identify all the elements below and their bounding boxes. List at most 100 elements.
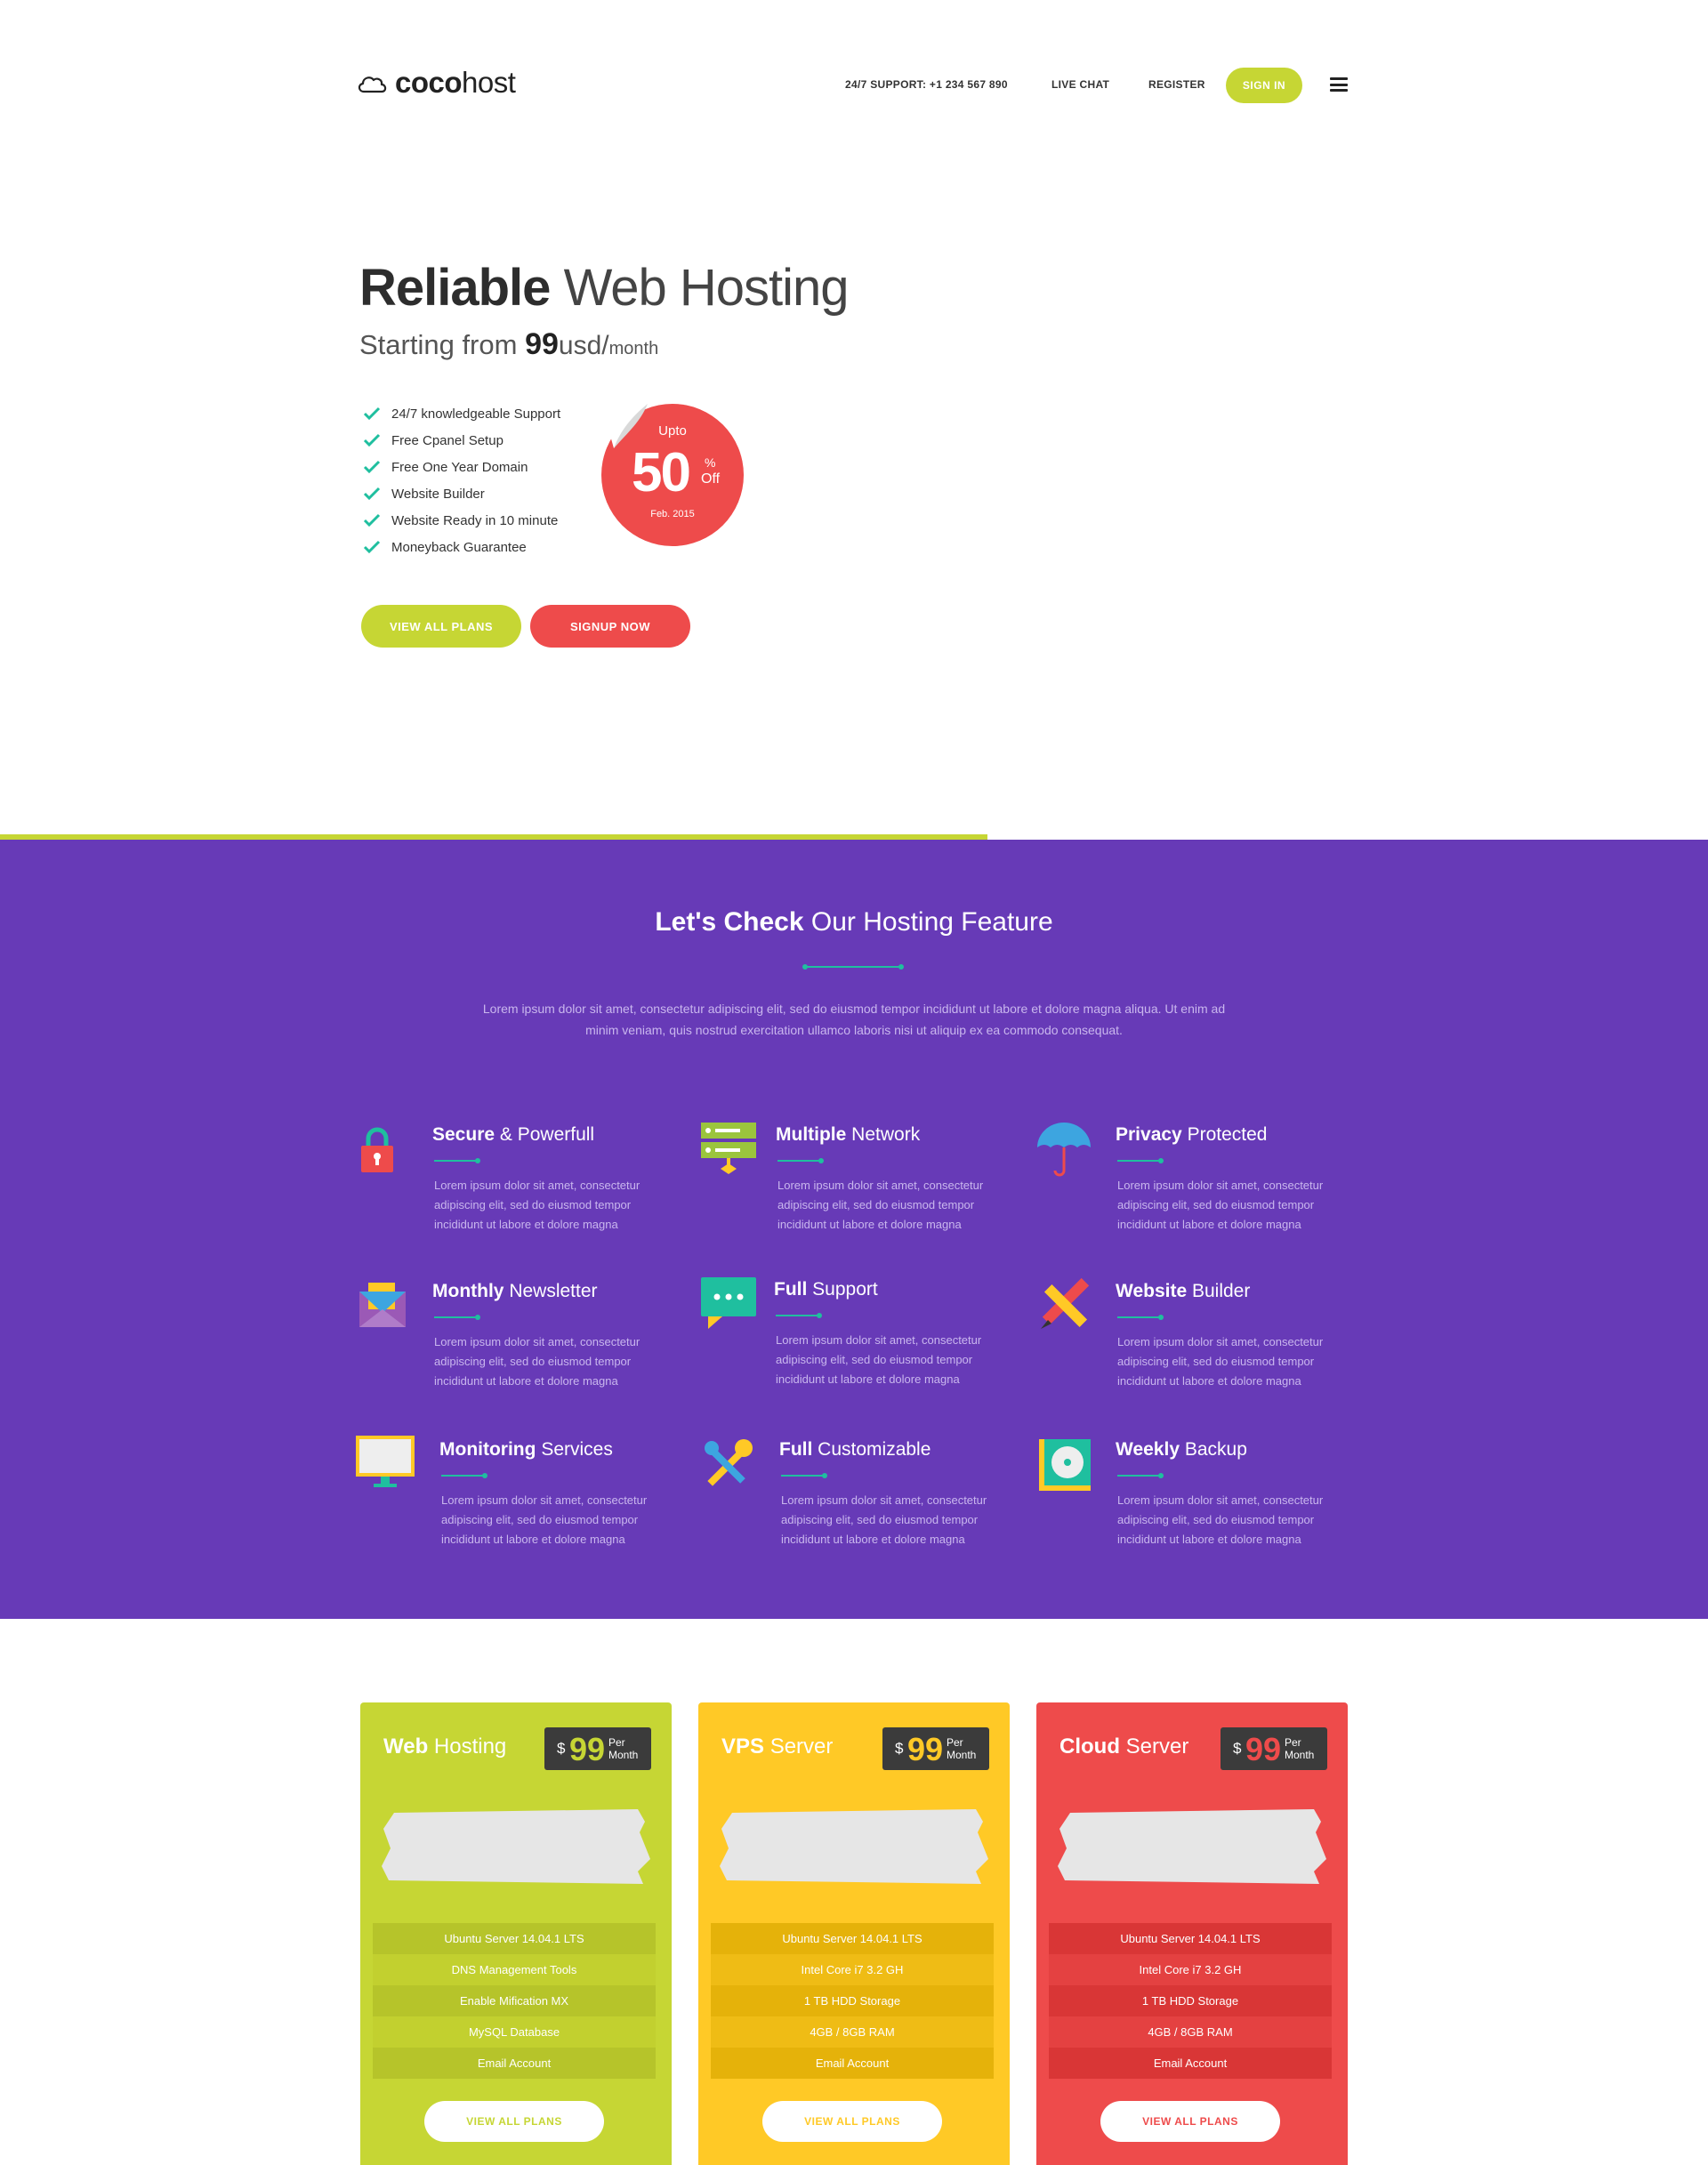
feature-title-bold: Secure (432, 1124, 495, 1145)
hero-title-bold: Reliable (359, 259, 551, 317)
view-all-plans-button[interactable]: VIEW ALL PLANS (1100, 2101, 1280, 2142)
feature-description: Lorem ipsum dolor sit amet, consectetur … (1117, 1493, 1324, 1546)
feature-description: Lorem ipsum dolor sit amet, consectetur … (776, 1333, 982, 1386)
hero-price: 99 (525, 327, 559, 361)
list-item: 24/7 knowledgeable Support (363, 400, 560, 427)
feature-underline (441, 1473, 487, 1478)
badge-percent: 50 (632, 442, 691, 503)
price-currency: $ (1233, 1740, 1242, 1757)
list-item: Free Cpanel Setup (363, 427, 560, 454)
section-title-bold: Let's Check (655, 907, 804, 937)
feature-underline (434, 1158, 480, 1163)
check-icon (363, 433, 381, 447)
badge-off: Off (701, 471, 721, 487)
price-month: Month (947, 1749, 977, 1761)
list-item: Email Account (373, 2048, 656, 2079)
feature-title-bold: Website (1116, 1281, 1188, 1301)
list-item: Enable Mification MX (373, 1985, 656, 2016)
feature-underline (1117, 1158, 1164, 1163)
feature-description: Lorem ipsum dolor sit amet, consectetur … (434, 1335, 640, 1388)
page-root: { "header": { "logo_bold": "coco", "logo… (0, 0, 1708, 2165)
list-item: Intel Core i7 3.2 GH (1049, 1954, 1332, 1985)
hero-feature-list: 24/7 knowledgeable Support Free Cpanel S… (363, 400, 560, 560)
feature-description: Lorem ipsum dolor sit amet, consectetur … (1117, 1179, 1324, 1231)
check-icon (363, 513, 381, 527)
register-link[interactable]: REGISTER (1148, 66, 1205, 103)
feature-title-bold: Full (779, 1439, 813, 1460)
list-item: Website Ready in 10 minute (363, 507, 560, 534)
feature-title-bold: Multiple (776, 1124, 847, 1145)
feature-title-bold: Full (774, 1279, 808, 1300)
feature-title-light: & Powerfull (499, 1124, 595, 1145)
list-item: Free One Year Domain (363, 454, 560, 480)
plan-name-bold: Cloud (1059, 1734, 1120, 1759)
plan-illustration-placeholder (382, 1809, 650, 1884)
feature-description: Lorem ipsum dolor sit amet, consectetur … (781, 1493, 987, 1546)
list-item: Intel Core i7 3.2 GH (711, 1954, 994, 1985)
list-item: 1 TB HDD Storage (1049, 1985, 1332, 2016)
feature-title-bold: Privacy (1116, 1124, 1182, 1145)
price-tag: $ 99 Per Month (544, 1727, 651, 1770)
list-item: Email Account (711, 2048, 994, 2079)
feature-underline (434, 1315, 480, 1320)
feature-card: Website Builder Lorem ipsum dolor sit am… (1035, 1277, 1323, 1402)
check-icon (363, 406, 381, 421)
live-chat-link[interactable]: LIVE CHAT (1051, 66, 1109, 103)
logo-text-bold: coco (395, 66, 463, 99)
list-item: Email Account (1049, 2048, 1332, 2079)
features-section: Let's Check Our Hosting Feature Lorem ip… (0, 840, 1708, 1619)
signup-now-button[interactable]: SIGNUP NOW (530, 605, 690, 648)
price-tag: $ 99 Per Month (882, 1727, 989, 1770)
feature-title-bold: Weekly (1116, 1439, 1180, 1460)
price-tag: $ 99 Per Month (1221, 1727, 1327, 1770)
logo[interactable]: cocohost (356, 66, 516, 100)
feature-card: Privacy Protected Lorem ipsum dolor sit … (1035, 1121, 1323, 1245)
list-item: MySQL Database (373, 2016, 656, 2048)
cloud-icon (358, 76, 387, 93)
list-item: Moneyback Guarantee (363, 534, 560, 560)
feature-description: Lorem ipsum dolor sit amet, consectetur … (777, 1179, 984, 1231)
price-amount: 99 (1245, 1731, 1282, 1767)
hero-currency: usd/ (558, 331, 609, 360)
hero-title-light: Web Hosting (563, 259, 850, 317)
pricing-card-cloud-server: Cloud Server $ 99 Per Month Ubuntu Server… (1036, 1702, 1348, 2165)
umbrella-icon (1037, 1123, 1091, 1177)
hero-subtitle-prefix: Starting from (359, 329, 526, 360)
feature-text: Free One Year Domain (391, 459, 528, 475)
feature-text: Moneyback Guarantee (391, 539, 527, 555)
list-item: 1 TB HDD Storage (711, 1985, 994, 2016)
price-period: Per Month (1285, 1736, 1314, 1761)
badge-percent-sign: % (705, 455, 716, 470)
feature-title-light: Support (812, 1279, 878, 1300)
feature-title-light: Newsletter (509, 1281, 598, 1301)
view-all-plans-button[interactable]: VIEW ALL PLANS (361, 605, 521, 648)
hamburger-menu-icon[interactable] (1330, 77, 1348, 92)
hero-subtitle: Starting from 99usd/month (359, 327, 658, 362)
plan-name-bold: VPS (721, 1734, 765, 1759)
pricing-card-vps-server: VPS Server $ 99 Per Month Ubuntu Server 1… (698, 1702, 1010, 2165)
feature-card: Secure & Powerfull Lorem ipsum dolor sit… (356, 1121, 640, 1245)
section-description: Lorem ipsum dolor sit amet, consectetur … (482, 1002, 1226, 1037)
price-period: Per Month (608, 1736, 638, 1761)
plan-spec-list: Ubuntu Server 14.04.1 LTS DNS Management… (373, 1923, 656, 2079)
check-icon (363, 460, 381, 474)
feature-text: Website Builder (391, 486, 485, 502)
view-all-plans-button[interactable]: VIEW ALL PLANS (762, 2101, 942, 2142)
list-item: Ubuntu Server 14.04.1 LTS (711, 1923, 994, 1954)
view-all-plans-button[interactable]: VIEW ALL PLANS (424, 2101, 604, 2142)
list-item: 4GB / 8GB RAM (711, 2016, 994, 2048)
price-per: Per (947, 1736, 963, 1749)
price-month: Month (1285, 1749, 1315, 1761)
hero-period: month (608, 339, 659, 358)
check-icon (363, 487, 381, 501)
plan-illustration-placeholder (1058, 1809, 1326, 1884)
section-title-light: Our Hosting Feature (810, 907, 1053, 937)
price-month: Month (608, 1749, 639, 1761)
badge-date: Feb. 2015 (650, 509, 695, 519)
feature-title-light: Backup (1184, 1439, 1247, 1460)
sign-in-button[interactable]: SIGN IN (1226, 68, 1302, 103)
plan-name-bold: Web (383, 1734, 429, 1759)
list-item: Website Builder (363, 480, 560, 507)
feature-title-light: Network (851, 1124, 921, 1145)
feature-underline (776, 1313, 822, 1318)
